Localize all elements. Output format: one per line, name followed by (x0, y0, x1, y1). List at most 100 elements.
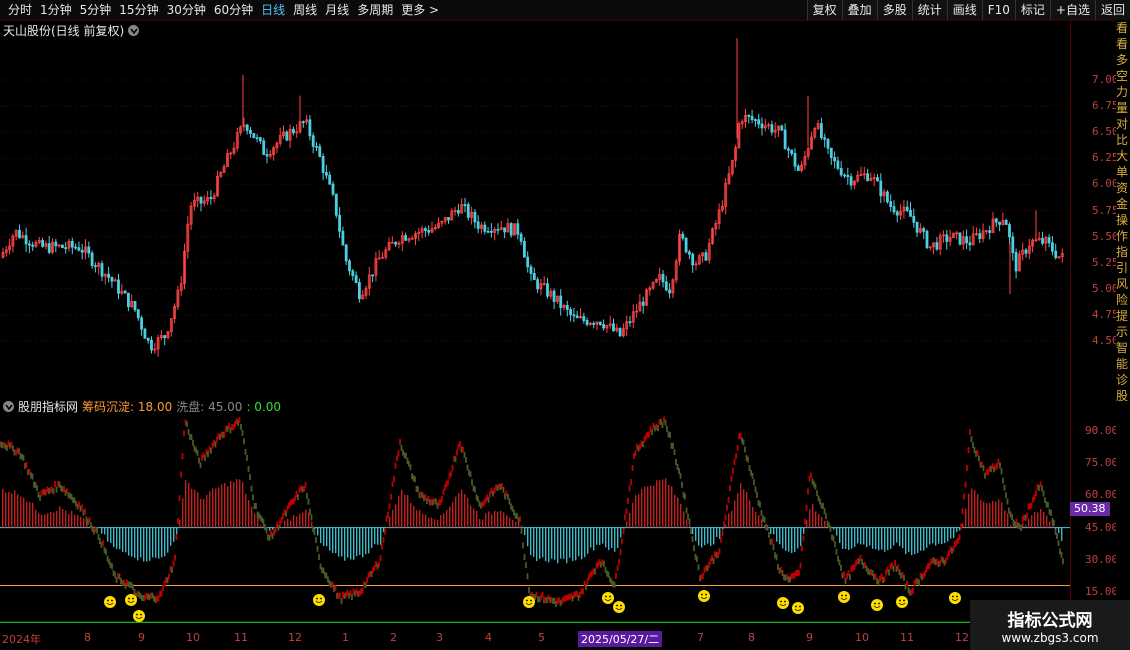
candle-body (390, 241, 394, 244)
tool-button[interactable]: 返回 (1094, 0, 1130, 20)
histogram-bar (665, 478, 667, 528)
histogram-bar (308, 512, 310, 528)
histogram-bar (956, 527, 958, 533)
histogram-bar (845, 527, 847, 549)
date-label: 10 (855, 631, 869, 644)
candle-body (532, 273, 536, 281)
period-tab[interactable]: 分时 (4, 0, 36, 20)
histogram-bar (968, 493, 970, 528)
candle-body (87, 246, 91, 254)
period-tab[interactable]: 5分钟 (76, 0, 116, 20)
histogram-bar (590, 527, 592, 548)
histogram-bar (632, 502, 634, 528)
candle-body (688, 251, 691, 255)
smiley-icon (602, 592, 614, 604)
histogram-bar (485, 513, 487, 528)
histogram-bar (539, 527, 541, 559)
date-label: 8 (748, 631, 755, 644)
histogram-bar (191, 488, 193, 528)
tool-button[interactable]: 统计 (911, 0, 947, 20)
histogram-bar (908, 527, 910, 553)
histogram-bar (209, 491, 211, 528)
histogram-bar (605, 527, 607, 548)
histogram-bar (338, 527, 340, 557)
histogram-bar (875, 527, 877, 550)
histogram-bar (455, 496, 457, 528)
period-tab[interactable]: 15分钟 (115, 0, 162, 20)
histogram-bar (47, 513, 49, 528)
histogram-bar (377, 527, 379, 545)
period-tab[interactable]: 1分钟 (36, 0, 76, 20)
tool-button[interactable]: F10 (981, 0, 1015, 20)
watermark: 指标公式网 www.zbgs3.com (970, 600, 1130, 650)
histogram-bar (941, 527, 943, 545)
candle-body (150, 339, 153, 351)
candle-body (483, 224, 487, 232)
candle-body (90, 252, 94, 267)
indicator-chart[interactable] (0, 396, 1070, 630)
histogram-bar (305, 509, 307, 528)
histogram-bar (461, 489, 463, 528)
histogram-bar (755, 512, 757, 528)
histogram-bar (143, 527, 145, 562)
histogram-bar (863, 527, 865, 545)
chevron-down-icon[interactable] (128, 25, 140, 36)
histogram-bar (281, 527, 283, 528)
candle-body (628, 321, 632, 324)
tool-button[interactable]: 画线 (946, 0, 982, 20)
histogram-bar (1049, 521, 1051, 528)
candle-body (1041, 237, 1044, 244)
histogram-bar (287, 518, 289, 528)
period-tab[interactable]: 多周期 (353, 0, 397, 20)
histogram-bar (356, 527, 358, 557)
side-panel-strip[interactable]: 看看多空力量对比大单资金操作指引风险提示智能诊股 (1116, 20, 1130, 630)
histogram-bar (503, 512, 505, 528)
smiley-icon (613, 601, 625, 613)
candle-body (351, 270, 355, 277)
histogram-bar (998, 499, 1000, 528)
histogram-bar (269, 527, 271, 531)
histogram-bar (572, 527, 574, 561)
period-tab[interactable]: 日线 (257, 0, 289, 20)
price-tick-label: 6.75 (1092, 99, 1119, 113)
candle-body (74, 246, 77, 249)
candle-body (143, 328, 147, 339)
tool-button[interactable]: +自选 (1049, 0, 1095, 20)
period-tab[interactable]: 更多 > (397, 0, 443, 20)
candle-body (285, 131, 289, 141)
histogram-bar (1061, 527, 1063, 541)
histogram-bar (212, 488, 214, 528)
period-tab[interactable]: 60分钟 (210, 0, 257, 20)
candle-body (136, 309, 140, 319)
histogram-bar (413, 505, 415, 528)
smiley-icon (125, 594, 137, 606)
histogram-bar (188, 482, 190, 528)
histogram-bar (782, 527, 784, 549)
watermark-title: 指标公式网 (1007, 610, 1093, 631)
tool-button[interactable]: 标记 (1014, 0, 1050, 20)
candle-body (473, 211, 477, 223)
histogram-bar (938, 527, 940, 544)
period-tab[interactable]: 月线 (321, 0, 353, 20)
period-tab[interactable]: 30分钟 (163, 0, 210, 20)
candle-body (163, 335, 167, 339)
histogram-bar (935, 527, 937, 546)
candle-body (348, 260, 351, 272)
period-tab[interactable]: 周线 (289, 0, 321, 20)
histogram-bar (395, 504, 397, 528)
tool-button[interactable]: 复权 (806, 0, 842, 20)
histogram-bar (704, 527, 706, 546)
price-tick-label: 6.25 (1092, 151, 1119, 165)
histogram-bar (53, 512, 55, 528)
date-label: 9 (138, 631, 145, 644)
histogram-bar (386, 527, 388, 528)
histogram-bar (635, 494, 637, 528)
candlestick-chart[interactable] (0, 38, 1070, 393)
histogram-bar (152, 527, 154, 558)
histogram-bar (29, 502, 31, 528)
candle-body (704, 252, 708, 261)
histogram-bar (749, 500, 751, 528)
histogram-bar (122, 527, 124, 552)
tool-button[interactable]: 多股 (876, 0, 912, 20)
tool-button[interactable]: 叠加 (841, 0, 877, 20)
